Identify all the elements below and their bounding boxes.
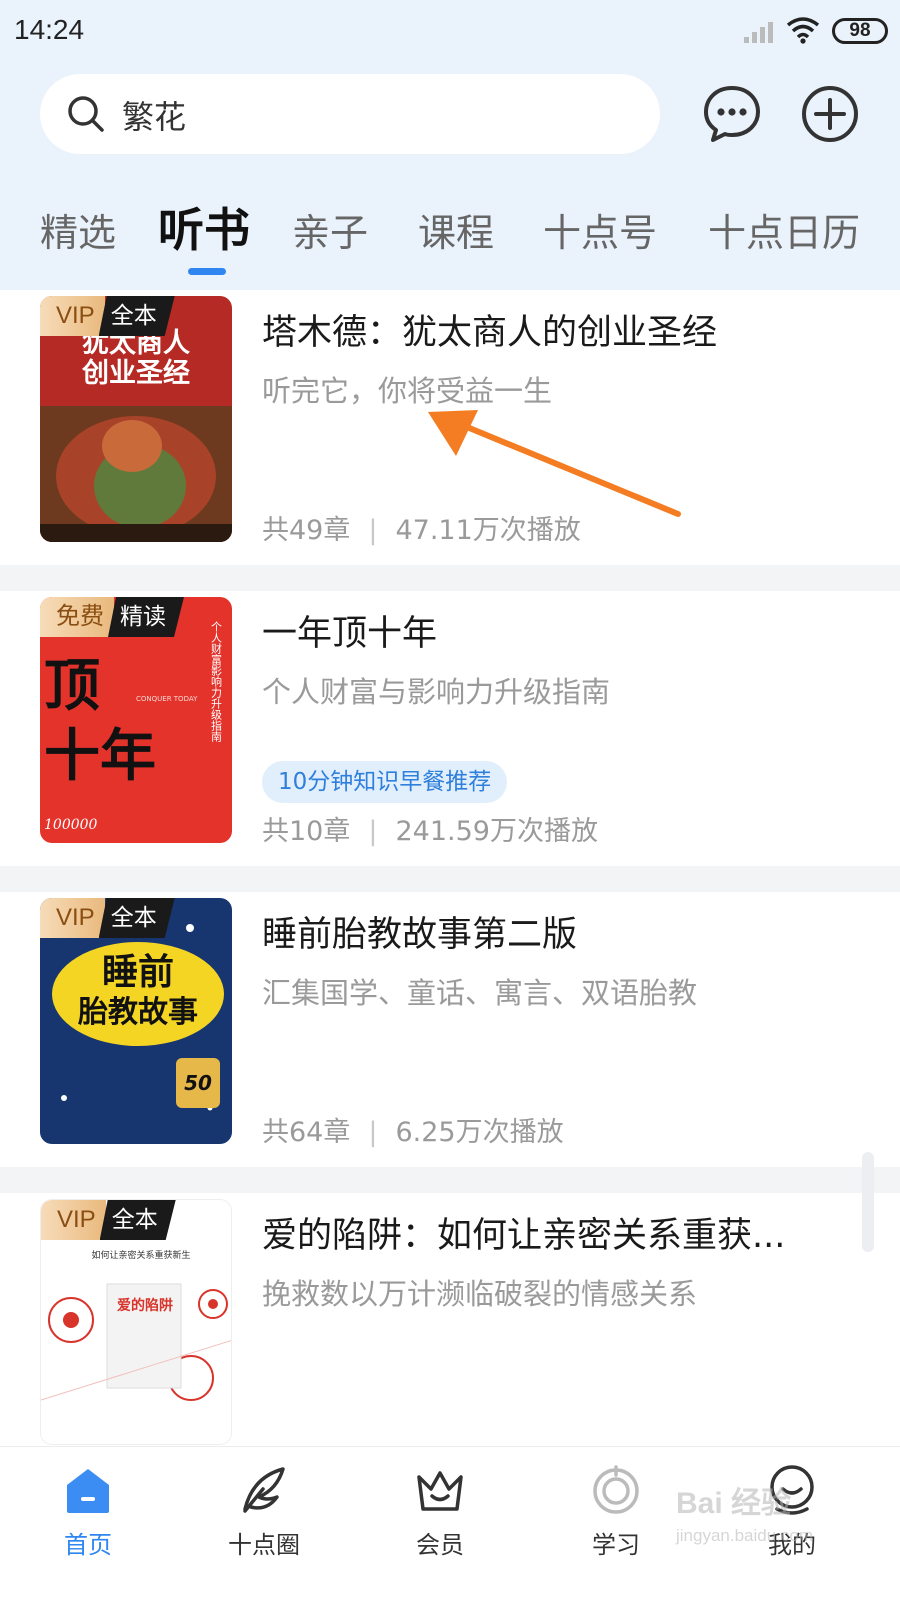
play-count: 241.59万次播放	[395, 816, 598, 847]
badge: 免费 精读	[40, 597, 184, 637]
badge-full: 全本	[99, 296, 175, 336]
badge-free: 免费	[40, 597, 114, 637]
book-meta: 共10章 | 241.59万次播放	[262, 809, 598, 848]
book-title: 一年顶十年	[262, 614, 438, 654]
nav-label: 会员	[416, 1531, 464, 1559]
wifi-icon	[786, 17, 820, 44]
cover-subtitle: 如何让亲密关系重获新生	[91, 1249, 190, 1261]
badge-vip: VIP	[40, 898, 105, 938]
cover-title-line2: 创业圣经	[81, 357, 190, 389]
tab-audiobooks[interactable]: 听书	[158, 194, 250, 260]
search-icon	[68, 96, 104, 132]
home-icon	[67, 1469, 109, 1513]
cover-number: 100000	[44, 817, 98, 833]
battery-indicator: 98	[832, 18, 888, 44]
status-time: 14:24	[14, 14, 85, 45]
nav-study[interactable]: 学习	[556, 1463, 676, 1560]
status-bar: 14:24 98	[0, 0, 900, 64]
book-title: 睡前胎教故事第二版	[262, 915, 578, 955]
badge-vip: VIP	[41, 1200, 106, 1240]
badge-vip: VIP	[40, 296, 105, 336]
book-cover: 睡前 胎教故事 50 VIP 全本	[40, 898, 232, 1144]
signal-icon	[744, 22, 773, 43]
cover-title: 爱的陷阱	[117, 1297, 173, 1314]
cover-title-line1: 睡前	[102, 952, 174, 993]
meta-divider: |	[368, 816, 378, 847]
nav-label: 首页	[64, 1531, 112, 1559]
play-count: 6.25万次播放	[395, 1117, 564, 1148]
divider	[0, 1167, 900, 1193]
book-cover: 如何让亲密关系重获新生 爱的陷阱 VIP 全本	[40, 1199, 232, 1445]
cover-big-char: 顶	[44, 653, 100, 719]
active-tab-indicator	[188, 268, 226, 275]
feather-icon	[243, 1467, 285, 1513]
book-meta: 共64章 | 6.25万次播放	[262, 1110, 564, 1149]
tab-shidian-calendar[interactable]: 十点日历	[708, 202, 860, 257]
cover-english: CONQUER TODAY	[136, 695, 198, 703]
tab-shidian-account[interactable]: 十点号	[543, 202, 657, 257]
badge-full: 全本	[99, 898, 175, 938]
category-tabs: 精选 听书 亲子 课程 十点号 十点日历	[0, 188, 900, 278]
nav-label: 学习	[592, 1531, 640, 1559]
divider	[0, 866, 900, 892]
badge: VIP 全本	[41, 1200, 176, 1240]
message-icon[interactable]	[700, 82, 764, 146]
book-cover: 犹太商人 创业圣经 VIP 全本	[40, 296, 232, 542]
list-item[interactable]: 顶 十年 CONQUER TODAY 100000 个人财富影响力升级指南 免费…	[0, 591, 900, 866]
top-header: 14:24 98 繁花 精选 听书 亲子 课程 十点号 十点日历	[0, 0, 900, 290]
meta-divider: |	[368, 1117, 378, 1148]
book-subtitle: 挽救数以万计濒临破裂的情感关系	[262, 1277, 698, 1311]
scroll-handle[interactable]	[862, 1152, 874, 1252]
badge-full: 全本	[100, 1200, 176, 1240]
divider	[0, 565, 900, 591]
cover-title-line2: 胎教故事	[77, 995, 198, 1030]
add-icon[interactable]	[798, 82, 862, 146]
book-subtitle: 个人财富与影响力升级指南	[262, 675, 611, 709]
chapter-count: 共10章	[262, 816, 351, 847]
book-subtitle: 汇集国学、童话、寓言、双语胎教	[262, 976, 698, 1010]
meta-divider: |	[368, 515, 378, 546]
study-icon	[593, 1465, 639, 1514]
tab-parenting[interactable]: 亲子	[292, 202, 368, 257]
recommend-tag[interactable]: 10分钟知识早餐推荐	[262, 761, 508, 803]
cover-badge-number: 50	[184, 1071, 212, 1095]
book-subtitle: 听完它，你将受益一生	[262, 374, 553, 408]
book-title: 塔木德：犹太商人的创业圣经	[262, 313, 718, 353]
chapter-count: 共49章	[262, 515, 351, 546]
bottom-nav: 首页 十点圈 会员 学习 我的	[0, 1446, 900, 1600]
nav-circle[interactable]: 十点圈	[204, 1463, 324, 1560]
tab-featured[interactable]: 精选	[40, 202, 116, 257]
badge: VIP 全本	[40, 898, 175, 938]
tab-courses[interactable]: 课程	[418, 202, 494, 257]
crown-icon	[417, 1471, 463, 1511]
list-item[interactable]: 如何让亲密关系重获新生 爱的陷阱 VIP 全本 爱的陷阱：如何让亲密关系重获..…	[0, 1193, 900, 1468]
search-value: 繁花	[122, 98, 187, 136]
cover-vertical-text: 个人财富影响力升级指南	[210, 621, 223, 742]
badge: VIP 全本	[40, 296, 175, 336]
annotation-arrow-icon	[428, 410, 681, 517]
nav-home[interactable]: 首页	[28, 1463, 148, 1560]
nav-label: 十点圈	[228, 1531, 300, 1559]
nav-member[interactable]: 会员	[380, 1463, 500, 1560]
watermark-url: jingyan.baidu.com	[676, 1526, 814, 1545]
book-title: 爱的陷阱：如何让亲密关系重获...	[262, 1216, 786, 1256]
search-input[interactable]: 繁花	[40, 74, 660, 154]
list-item[interactable]: 睡前 胎教故事 50 VIP 全本 睡前胎教故事第二版 汇集国学、童话、寓言、双…	[0, 892, 900, 1167]
badge-intensive: 精读	[108, 597, 184, 637]
cover-big-text: 十年	[44, 723, 156, 789]
watermark-logo: Bai 经验	[676, 1487, 792, 1520]
chapter-count: 共64章	[262, 1117, 351, 1148]
book-cover: 顶 十年 CONQUER TODAY 100000 个人财富影响力升级指南 免费…	[40, 597, 232, 843]
